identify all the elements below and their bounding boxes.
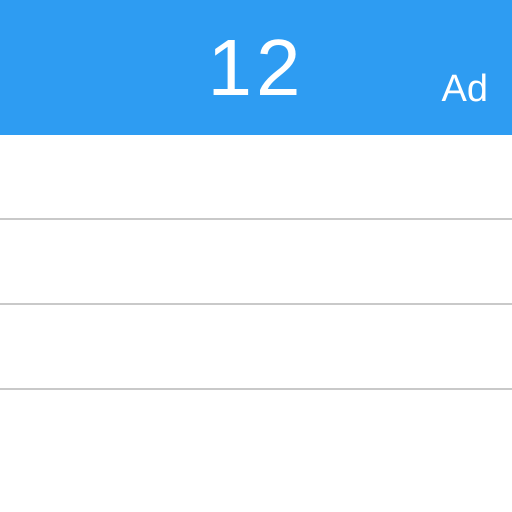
list-item[interactable] [0, 220, 512, 305]
ad-label[interactable]: Ad [442, 68, 488, 111]
list-item[interactable] [0, 305, 512, 390]
page-title: 12 [208, 22, 305, 114]
list-container [0, 135, 512, 390]
list-item[interactable] [0, 135, 512, 220]
header-bar: 12 Ad [0, 0, 512, 135]
